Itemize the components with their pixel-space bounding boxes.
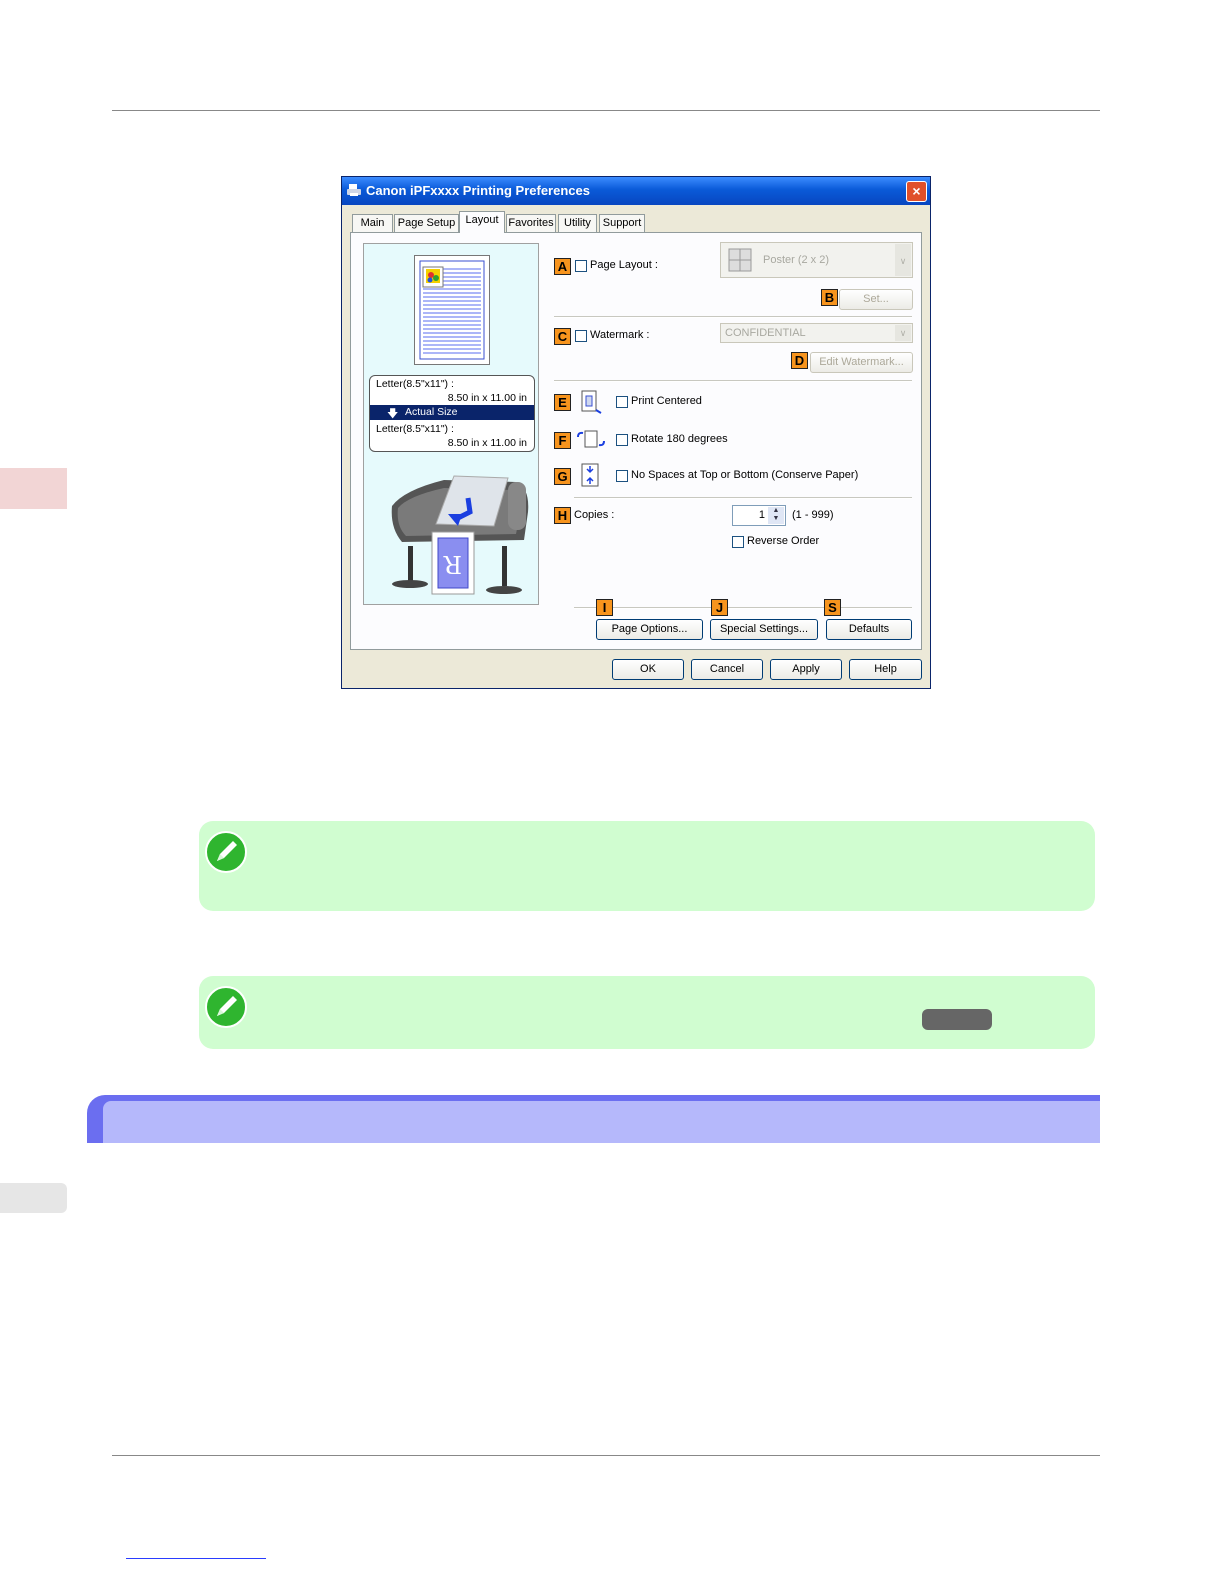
footer-rule	[112, 1455, 1100, 1456]
spinner-arrows-icon[interactable]: ▲ ▼	[768, 507, 784, 524]
badge-e: E	[554, 394, 571, 411]
page-preview-thumbnail	[414, 255, 490, 365]
edit-watermark-button[interactable]: Edit Watermark...	[810, 352, 913, 373]
reverse-order-checkbox[interactable]	[732, 536, 744, 548]
printer-icon	[347, 184, 361, 196]
no-spaces-label: No Spaces at Top or Bottom (Conserve Pap…	[631, 469, 859, 481]
badge-g: G	[554, 468, 571, 485]
printing-preferences-dialog: Canon iPFxxxx Printing Preferences × Mai…	[341, 176, 931, 689]
watermark-checkbox[interactable]	[575, 330, 587, 342]
watermark-label: Watermark :	[590, 329, 650, 341]
tab-page-setup[interactable]: Page Setup	[394, 214, 459, 232]
ok-button[interactable]: OK	[612, 659, 684, 680]
footer-link-underline[interactable]	[126, 1558, 266, 1559]
output-size-label: Letter(8.5"x11") :	[376, 423, 454, 435]
badge-a: A	[554, 258, 571, 275]
arrow-down-icon: 🡇	[387, 408, 399, 420]
badge-d: D	[791, 352, 808, 369]
page-options-button[interactable]: Page Options...	[596, 619, 703, 640]
reference-link-button[interactable]	[922, 1009, 992, 1030]
header-rule	[112, 110, 1100, 111]
tab-support[interactable]: Support	[599, 214, 645, 232]
separator	[554, 316, 912, 318]
separator	[574, 607, 912, 609]
tab-utility[interactable]: Utility	[558, 214, 597, 232]
print-centered-checkbox[interactable]	[616, 396, 628, 408]
paper-size-label: Letter(8.5"x11") :	[376, 378, 454, 390]
dialog-title: Canon iPFxxxx Printing Preferences	[366, 183, 590, 198]
preview-area: Letter(8.5"x11") : 8.50 in x 11.00 in 🡇 …	[363, 243, 539, 605]
badge-s: S	[824, 599, 841, 616]
pencil-note-icon	[205, 831, 247, 873]
svg-text:R: R	[443, 550, 462, 578]
chevron-down-icon: ∨	[895, 244, 911, 276]
badge-c: C	[554, 328, 571, 345]
scaling-label: Actual Size	[405, 406, 458, 418]
page-layout-value: Poster (2 x 2)	[763, 254, 830, 266]
tab-main[interactable]: Main	[352, 214, 393, 232]
chapter-side-tab	[0, 468, 67, 509]
badge-j: J	[711, 599, 728, 616]
special-settings-button[interactable]: Special Settings...	[710, 619, 818, 640]
badge-f: F	[554, 432, 571, 449]
print-centered-icon	[581, 390, 602, 414]
chevron-down-icon: ∨	[895, 325, 911, 341]
rotate-checkbox[interactable]	[616, 434, 628, 446]
section-header-inner	[103, 1101, 1100, 1143]
output-size-dimensions: 8.50 in x 11.00 in	[447, 437, 527, 449]
page-side-tab	[0, 1183, 67, 1213]
badge-h: H	[554, 507, 571, 524]
note-box	[199, 821, 1095, 911]
paper-size-info: Letter(8.5"x11") : 8.50 in x 11.00 in 🡇 …	[369, 375, 535, 452]
poster-layout-icon	[728, 248, 752, 272]
reverse-order-label: Reverse Order	[747, 535, 820, 547]
copies-label: Copies :	[574, 509, 615, 521]
page-layout-label: Page Layout :	[590, 259, 658, 271]
pencil-note-icon	[205, 986, 247, 1028]
dialog-titlebar: Canon iPFxxxx Printing Preferences ×	[342, 177, 930, 205]
watermark-combo[interactable]: CONFIDENTIAL ∨	[720, 323, 913, 343]
help-button[interactable]: Help	[849, 659, 922, 680]
badge-b: B	[821, 289, 838, 306]
tab-layout[interactable]: Layout	[459, 211, 505, 233]
cancel-button[interactable]: Cancel	[691, 659, 763, 680]
defaults-button[interactable]: Defaults	[826, 619, 912, 640]
separator	[554, 380, 912, 382]
copies-range: (1 - 999)	[792, 509, 834, 521]
printer-illustration: R	[391, 475, 529, 595]
print-centered-label: Print Centered	[631, 395, 702, 407]
apply-button[interactable]: Apply	[770, 659, 842, 680]
page-layout-checkbox[interactable]	[575, 260, 587, 272]
set-button[interactable]: Set...	[839, 289, 913, 310]
layout-panel: Letter(8.5"x11") : 8.50 in x 11.00 in 🡇 …	[350, 232, 922, 650]
close-icon[interactable]: ×	[906, 181, 927, 202]
section-header	[87, 1095, 1100, 1143]
tab-favorites[interactable]: Favorites	[506, 214, 556, 232]
copies-value: 1	[758, 509, 765, 521]
no-spaces-checkbox[interactable]	[616, 470, 628, 482]
scaling-row: 🡇 Actual Size	[370, 405, 534, 420]
separator	[574, 497, 912, 499]
conserve-paper-icon	[581, 463, 599, 487]
watermark-value: CONFIDENTIAL	[725, 327, 806, 339]
copies-stepper[interactable]: 1 ▲ ▼	[732, 505, 786, 526]
rotate-label: Rotate 180 degrees	[631, 433, 728, 445]
page-layout-combo[interactable]: Poster (2 x 2) ∨	[720, 242, 913, 278]
badge-i: I	[596, 599, 613, 616]
paper-size-dimensions: 8.50 in x 11.00 in	[447, 392, 527, 404]
rotate-icon	[577, 430, 605, 448]
